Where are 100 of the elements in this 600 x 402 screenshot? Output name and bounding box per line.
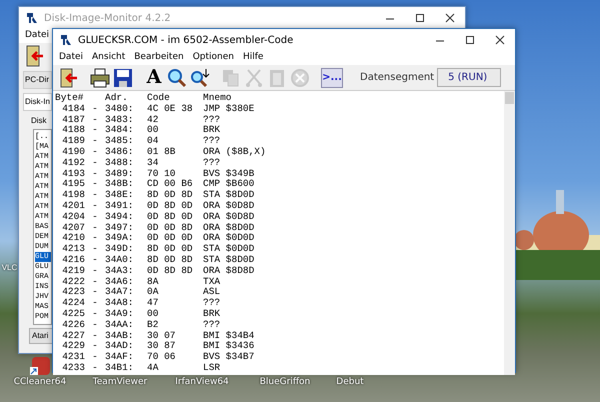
column-header: Code xyxy=(147,93,171,104)
mnemonic: BRK xyxy=(203,308,222,320)
opcode-bytes: 8D 0D 8D xyxy=(147,254,194,266)
mnemonic: CMP $B600 xyxy=(203,179,256,190)
icon-label[interactable]: Debut xyxy=(336,376,364,390)
window-title: Disk-Image-Monitor 4.2.2 xyxy=(44,12,171,26)
byte-number: 4195 xyxy=(61,179,85,190)
mnemonic: ??? xyxy=(203,320,222,331)
opcode-bytes: 0D 0D 0D xyxy=(147,233,194,244)
dash-separator: - xyxy=(91,200,99,212)
byte-number: 4201 xyxy=(61,200,85,212)
maximize-icon[interactable] xyxy=(464,35,476,45)
app-shortcut-icon[interactable] xyxy=(29,356,51,376)
mnemonic: ??? xyxy=(203,158,222,169)
mnemonic: BVS $349B xyxy=(203,168,256,179)
dash-separator: - xyxy=(91,104,99,115)
column-header: Byte# xyxy=(55,93,85,104)
console-button[interactable]: >... xyxy=(321,68,343,88)
byte-number: 4229 xyxy=(61,341,85,352)
dash-separator: - xyxy=(91,320,99,331)
menu-item[interactable]: Optionen xyxy=(192,51,234,65)
mnemonic: ORA ($8B,X) xyxy=(203,146,267,158)
tab[interactable]: Disk-In xyxy=(23,93,52,111)
search-icon[interactable] xyxy=(167,68,187,88)
opcode-bytes: 42 xyxy=(147,114,160,126)
address: 3489: xyxy=(105,168,135,180)
dash-separator: - xyxy=(91,266,99,277)
opcode-bytes: 04 xyxy=(147,136,160,147)
scrollbar[interactable] xyxy=(504,91,515,375)
opcode-bytes: 0D 8D 8D xyxy=(147,266,194,277)
printer-icon[interactable] xyxy=(90,68,110,88)
menu-item[interactable]: Ansicht xyxy=(92,51,126,65)
mnemonic: BMI $3436 xyxy=(203,341,256,352)
opcode-bytes: 8D 0D 8D xyxy=(147,190,194,201)
opcode-bytes: 00 xyxy=(147,308,160,320)
mnemonic: ORA $0D0D xyxy=(203,233,256,244)
address: 348B: xyxy=(105,179,135,190)
address: 348E: xyxy=(105,190,135,201)
opcode-bytes: 30 87 xyxy=(147,341,177,352)
dash-separator: - xyxy=(91,298,99,309)
exit-door-icon[interactable] xyxy=(59,68,79,88)
font-button[interactable]: A xyxy=(144,68,164,88)
byte-number: 4192 xyxy=(61,158,85,169)
segment-field[interactable]: 5 (RUN) xyxy=(437,68,502,87)
opcode-bytes: 0D 0D 8D xyxy=(147,222,194,234)
icon-label[interactable]: TeamViewer xyxy=(92,376,148,390)
dash-separator: - xyxy=(91,136,99,147)
icon-label[interactable]: IrfanView64 xyxy=(175,376,229,390)
maximize-icon[interactable] xyxy=(414,13,426,23)
menu-item[interactable]: Bearbeiten xyxy=(134,51,184,65)
address: 349A: xyxy=(105,233,135,244)
close-icon[interactable] xyxy=(494,35,506,45)
address: 349D: xyxy=(105,244,135,255)
tab[interactable]: PC-Dir xyxy=(23,71,52,89)
dash-separator: - xyxy=(91,125,99,136)
opcode-bytes: 0D 8D 0D xyxy=(147,200,194,212)
byte-number: 4190 xyxy=(61,146,85,158)
byte-number: 4207 xyxy=(61,222,85,234)
dash-separator: - xyxy=(91,244,99,255)
menu-item[interactable]: Datei xyxy=(25,29,50,43)
byte-number: 4187 xyxy=(61,114,85,126)
byte-number: 4224 xyxy=(61,298,85,309)
group-label: Disk xyxy=(31,115,48,127)
dash-separator: - xyxy=(91,352,99,363)
search-down-arrow-icon[interactable] xyxy=(190,68,210,88)
icon-label[interactable]: CCleaner64 xyxy=(14,376,66,390)
address: 3488: xyxy=(105,158,135,169)
dash-separator: - xyxy=(91,179,99,190)
opcode-bytes: 0A xyxy=(147,287,160,298)
dash-separator: - xyxy=(91,330,99,342)
address: 3497: xyxy=(105,222,135,234)
mnemonic: ORA $0D8D xyxy=(203,212,256,223)
icon-label[interactable]: BlueGriffon xyxy=(260,376,310,390)
address: 34A9: xyxy=(105,308,135,320)
address: 34AF: xyxy=(105,352,135,363)
mnemonic: ORA $8D0D xyxy=(203,222,256,233)
address: 3484: xyxy=(105,125,135,136)
opcode-bytes: 70 06 xyxy=(147,352,177,363)
mnemonic: ??? xyxy=(203,114,222,126)
byte-number: 4188 xyxy=(61,125,85,136)
menu-item[interactable]: Hilfe xyxy=(242,51,264,65)
mnemonic: ORA $0D8D xyxy=(203,200,256,212)
address: 34A8: xyxy=(105,298,135,309)
address: 34A3: xyxy=(105,266,135,277)
close-icon[interactable] xyxy=(444,13,456,23)
byte-number: 4198 xyxy=(61,190,85,201)
byte-number: 4210 xyxy=(61,233,85,244)
address: 34A0: xyxy=(105,254,135,266)
mnemonic: ??? xyxy=(203,136,222,147)
byte-number: 4223 xyxy=(61,287,85,298)
address: 3494: xyxy=(105,212,135,223)
mnemonic: BMI $34B4 xyxy=(203,330,256,341)
mnemonic: LSR xyxy=(203,362,222,374)
exit-door-icon[interactable] xyxy=(25,45,45,67)
atari-button[interactable]: Atari xyxy=(29,328,53,344)
byte-number: 4222 xyxy=(61,276,85,288)
opcode-bytes: 70 10 xyxy=(147,168,177,180)
menu-item[interactable]: Datei xyxy=(59,51,84,65)
dash-separator: - xyxy=(91,362,99,374)
opcode-bytes: 47 xyxy=(147,298,160,309)
